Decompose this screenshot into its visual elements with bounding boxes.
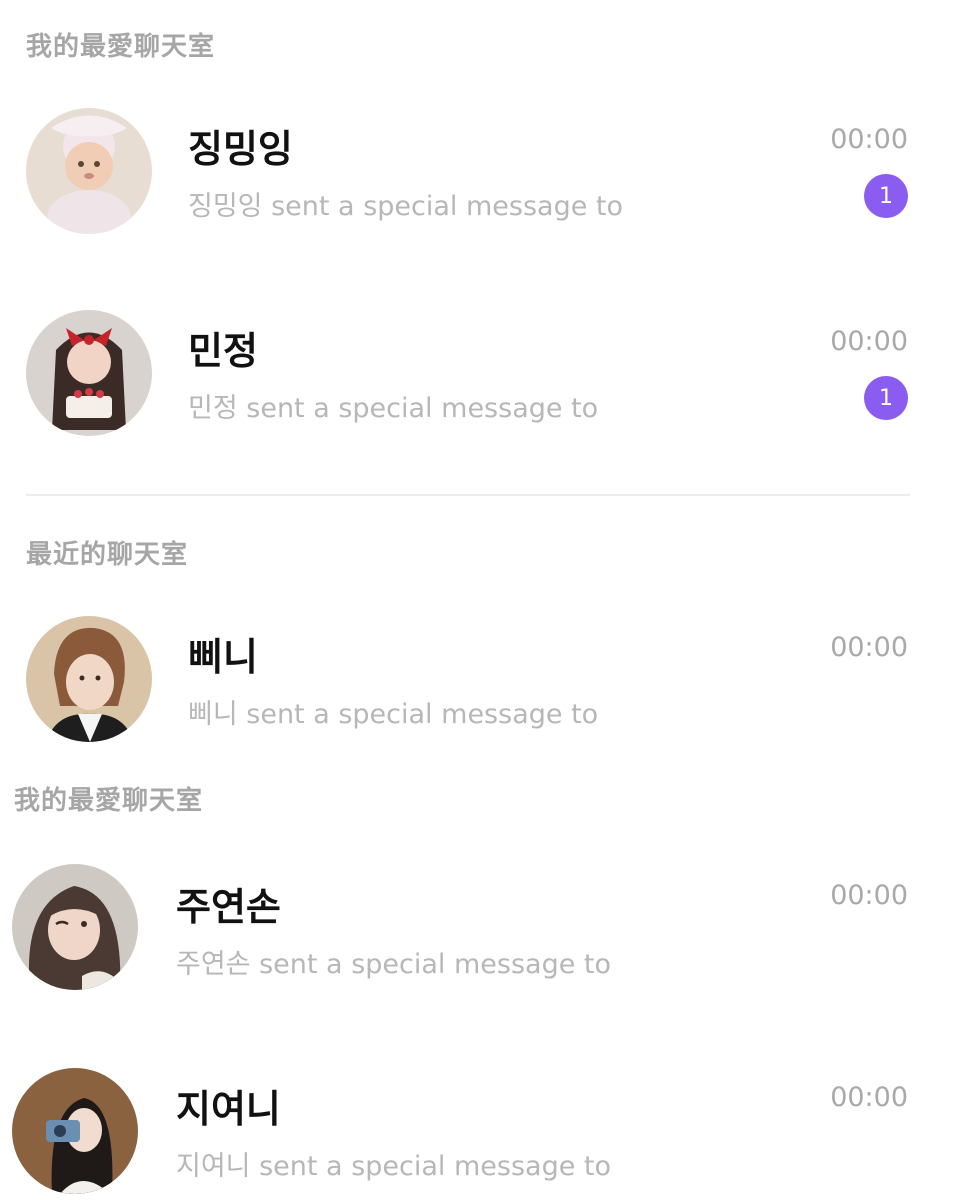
message-preview: 주연손 sent a special message to — [176, 949, 612, 980]
timestamp: 00:00 — [830, 880, 908, 911]
message-preview: 징밍잉 sent a special message to — [188, 191, 624, 222]
section-header-favorites: 我的最愛聊天室 — [26, 32, 216, 62]
chat-row[interactable]: 민정 민정 sent a special message to 00:00 1 — [0, 308, 960, 438]
timestamp: 00:00 — [830, 632, 908, 663]
section-header-recent: 最近的聊天室 — [26, 540, 189, 570]
section-divider — [26, 494, 910, 496]
section-header-favorites: 我的最愛聊天室 — [14, 786, 204, 816]
timestamp: 00:00 — [830, 124, 908, 155]
avatar — [12, 864, 138, 990]
timestamp: 00:00 — [830, 326, 908, 357]
chat-row[interactable]: 삐니 삐니 sent a special message to 00:00 — [0, 614, 960, 744]
message-preview: 지여니 sent a special message to — [176, 1151, 612, 1182]
unread-badge: 1 — [864, 174, 908, 218]
avatar — [26, 616, 152, 742]
contact-name: 삐니 — [188, 635, 258, 679]
timestamp: 00:00 — [830, 1082, 908, 1113]
avatar — [26, 108, 152, 234]
message-preview: 민정 sent a special message to — [188, 393, 599, 424]
chat-row[interactable]: 주연손 주연손 sent a special message to 00:00 — [0, 862, 960, 992]
message-preview: 삐니 sent a special message to — [188, 699, 599, 730]
chat-row[interactable]: 징밍잉 징밍잉 sent a special message to 00:00 … — [0, 106, 960, 236]
avatar — [12, 1068, 138, 1194]
contact-name: 주연손 — [176, 885, 281, 929]
chat-row[interactable]: 지여니 지여니 sent a special message to 00:00 — [0, 1066, 960, 1196]
avatar — [26, 310, 152, 436]
contact-name: 지여니 — [176, 1087, 281, 1131]
contact-name: 민정 — [188, 329, 258, 373]
contact-name: 징밍잉 — [188, 127, 293, 171]
unread-badge: 1 — [864, 376, 908, 420]
